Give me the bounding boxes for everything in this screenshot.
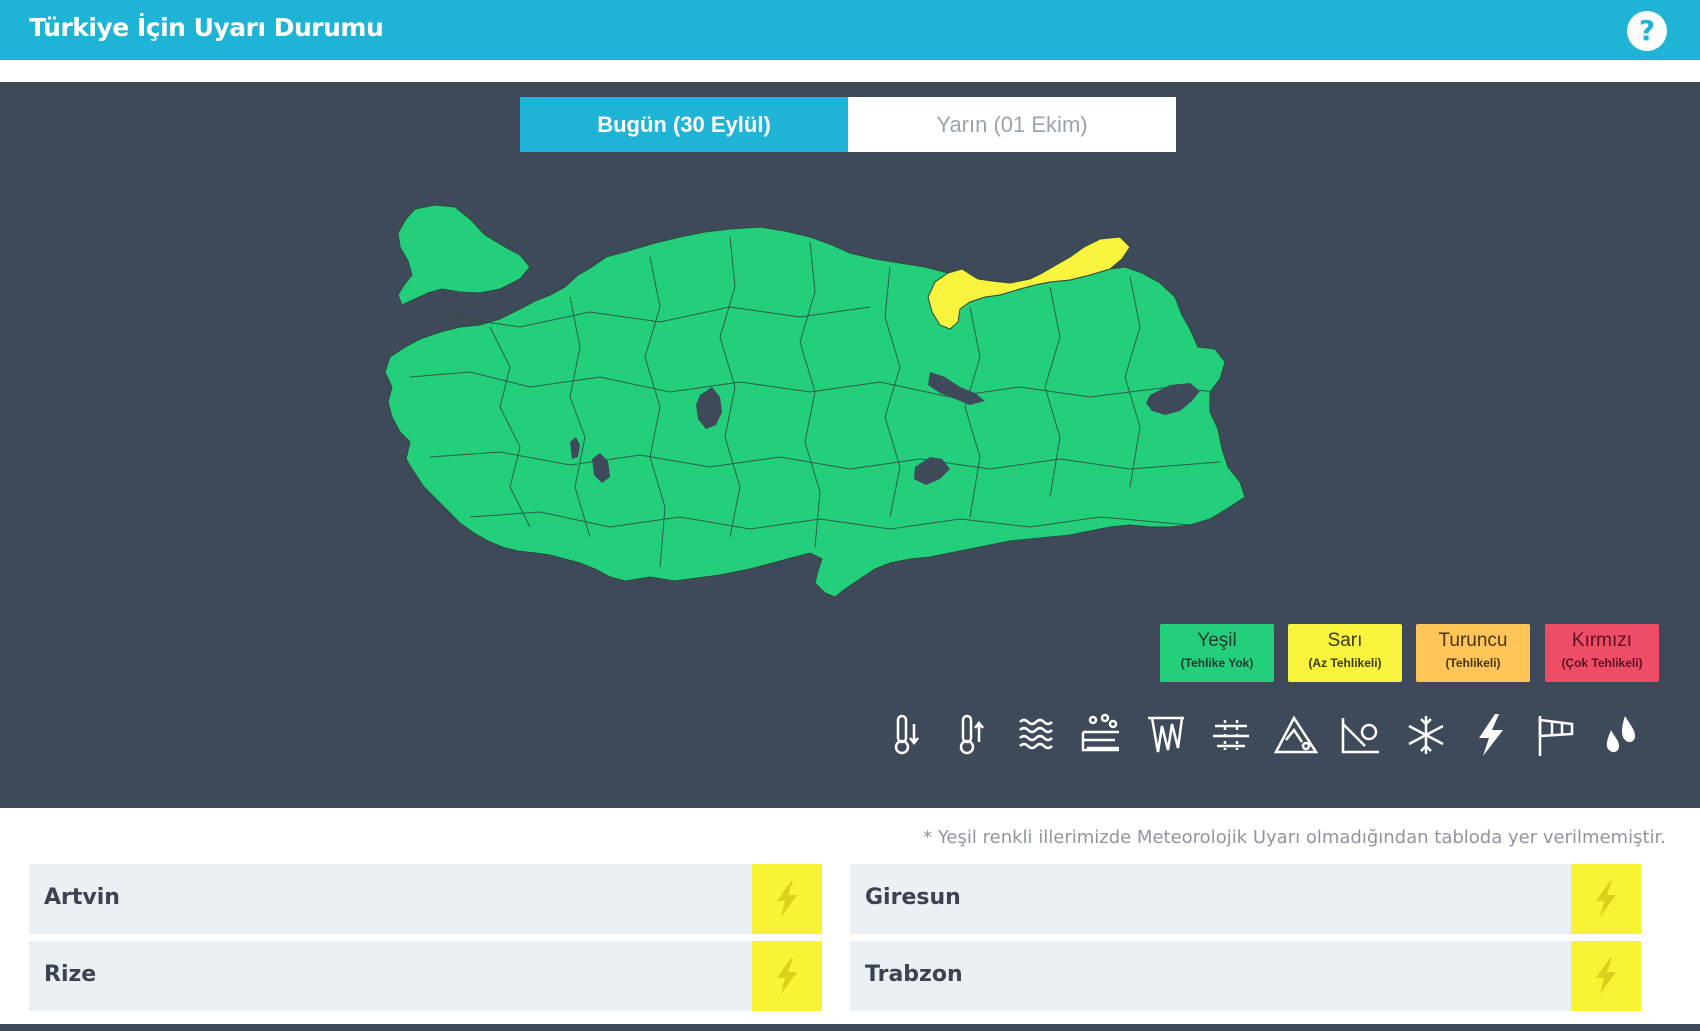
city-name: Rize bbox=[44, 962, 97, 987]
warning-row-rize[interactable]: Rize bbox=[29, 941, 822, 1011]
city-name: Giresun bbox=[865, 885, 961, 910]
dust-storm-icon[interactable] bbox=[1075, 710, 1127, 760]
warning-row-artvin[interactable]: Artvin bbox=[29, 864, 822, 934]
thunderstorm-icon[interactable] bbox=[1465, 710, 1517, 760]
legend-red[interactable]: Kırmızı (Çok Tehlikeli) bbox=[1545, 624, 1659, 682]
legend-name: Sarı bbox=[1327, 630, 1363, 651]
icing-icon[interactable] bbox=[1140, 710, 1192, 760]
footer-divider bbox=[0, 1024, 1700, 1031]
fog-icon[interactable] bbox=[1010, 710, 1062, 760]
high-temperature-icon[interactable] bbox=[945, 710, 997, 760]
legend-sub: (Tehlikeli) bbox=[1445, 656, 1501, 670]
avalanche-icon[interactable] bbox=[1270, 710, 1322, 760]
tab-today[interactable]: Bugün (30 Eylül) bbox=[520, 97, 848, 152]
lightning-icon bbox=[752, 864, 822, 934]
warning-map-panel: Bugün (30 Eylül) Yarın (01 Ekim) Yeşil (… bbox=[0, 82, 1700, 808]
warning-row-giresun[interactable]: Giresun bbox=[850, 864, 1641, 934]
weather-type-icons bbox=[880, 710, 1640, 760]
legend-name: Yeşil bbox=[1197, 630, 1237, 651]
city-name: Trabzon bbox=[865, 962, 963, 987]
lake-marmara bbox=[430, 291, 500, 309]
legend-orange[interactable]: Turuncu (Tehlikeli) bbox=[1416, 624, 1530, 682]
rain-icon[interactable] bbox=[1595, 710, 1647, 760]
snow-icon[interactable] bbox=[1400, 710, 1452, 760]
info-note: * Yeşil renkli illerimizde Meteorolojik … bbox=[923, 827, 1666, 848]
legend-name: Turuncu bbox=[1438, 630, 1508, 651]
legend-name: Kırmızı bbox=[1571, 630, 1633, 651]
lightning-icon bbox=[1571, 941, 1641, 1011]
warning-row-trabzon[interactable]: Trabzon bbox=[850, 941, 1641, 1011]
legend-green[interactable]: Yeşil (Tehlike Yok) bbox=[1160, 624, 1274, 682]
landslide-icon[interactable] bbox=[1335, 710, 1387, 760]
lightning-icon bbox=[752, 941, 822, 1011]
legend-yellow[interactable]: Sarı (Az Tehlikeli) bbox=[1288, 624, 1402, 682]
page-title: Türkiye İçin Uyarı Durumu bbox=[29, 13, 384, 42]
city-name: Artvin bbox=[44, 885, 120, 910]
legend-sub: (Tehlike Yok) bbox=[1180, 656, 1254, 670]
wind-icon[interactable] bbox=[1530, 710, 1582, 760]
snow-melt-avalanche-icon[interactable] bbox=[1205, 710, 1257, 760]
legend-sub: (Az Tehlikeli) bbox=[1308, 656, 1382, 670]
tab-tomorrow[interactable]: Yarın (01 Ekim) bbox=[848, 97, 1176, 152]
help-icon[interactable]: ? bbox=[1627, 11, 1667, 51]
map-thrace-region[interactable] bbox=[397, 204, 531, 306]
low-temperature-icon[interactable] bbox=[880, 710, 932, 760]
lightning-icon bbox=[1571, 864, 1641, 934]
page-header: Türkiye İçin Uyarı Durumu ? bbox=[0, 0, 1700, 60]
legend-sub: (Çok Tehlikeli) bbox=[1561, 656, 1643, 670]
